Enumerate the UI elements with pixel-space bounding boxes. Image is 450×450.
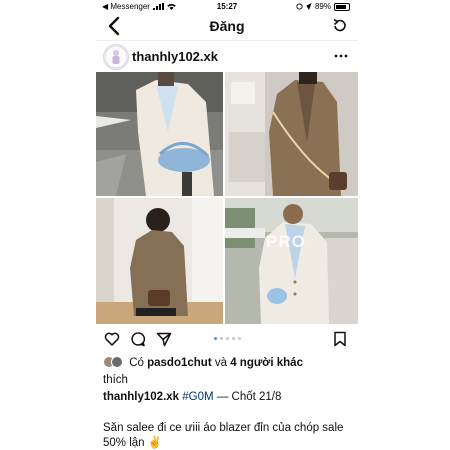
- caption-username[interactable]: thanhly102.xk: [103, 391, 179, 403]
- carousel-indicator: [214, 337, 241, 340]
- likes-middle: và: [214, 357, 228, 369]
- alarm-icon: [296, 3, 303, 10]
- likes-summary[interactable]: Có pasdo1chut và 4 người khác thích: [103, 356, 353, 388]
- carousel-dot: [220, 337, 223, 340]
- likes-user[interactable]: pasdo1chut: [147, 357, 212, 369]
- share-icon[interactable]: [156, 331, 172, 347]
- photo-cream-blazer-street: [96, 72, 223, 196]
- carousel-dot: [226, 337, 229, 340]
- page-title: Đăng: [209, 18, 245, 34]
- post-username[interactable]: thanhly102.xk: [132, 49, 218, 64]
- battery-icon: [334, 2, 350, 11]
- status-bar: ◀ Messenger 15:27 89%: [96, 0, 358, 12]
- nav-divider: [96, 40, 358, 41]
- image-watermark: PRO: [266, 232, 306, 251]
- caption-text: — Chốt 21/8: [216, 391, 282, 403]
- comment-icon[interactable]: [130, 331, 146, 347]
- bookmark-icon[interactable]: [332, 331, 348, 347]
- phone-screen: ◀ Messenger 15:27 89% Đăng thanhly102.xk…: [96, 0, 358, 450]
- battery-percent: 89%: [314, 2, 331, 11]
- carousel-dot: [238, 337, 241, 340]
- carousel-dot: [232, 337, 235, 340]
- avatar[interactable]: [103, 44, 129, 70]
- carousel-dot: [214, 337, 217, 340]
- nav-bar: Đăng: [96, 12, 358, 40]
- photo-brown-blazer-mirror: [96, 198, 223, 324]
- photo-cream-blazer-outdoor: [225, 198, 358, 324]
- post-image-carousel[interactable]: PRO: [96, 72, 358, 324]
- caption-hashtag[interactable]: #G0M: [182, 391, 213, 403]
- likes-others[interactable]: 4 người khác: [230, 357, 303, 369]
- status-right: 89%: [296, 2, 350, 11]
- refresh-icon[interactable]: [332, 18, 348, 34]
- post-description: Săn salee đi ce ưiii áo blazer đỉn của c…: [103, 422, 344, 449]
- post-header: thanhly102.xk: [96, 42, 358, 72]
- post-actions: [96, 328, 358, 352]
- heart-icon[interactable]: [104, 331, 120, 347]
- likes-suffix: thích: [103, 374, 128, 386]
- location-icon: [306, 3, 312, 10]
- liker-avatars: [103, 356, 123, 373]
- photo-brown-blazer-shop: [225, 72, 358, 196]
- more-options-icon[interactable]: [334, 51, 348, 61]
- post-caption: thanhly102.xk #G0M — Chốt 21/8: [103, 390, 353, 405]
- likes-prefix: Có: [129, 357, 144, 369]
